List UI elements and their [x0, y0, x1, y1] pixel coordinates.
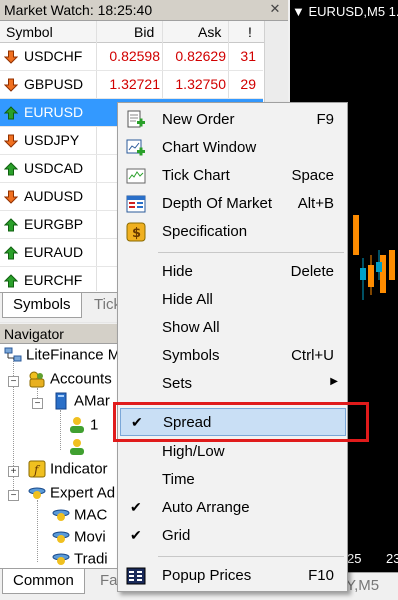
- tree-item-account-server[interactable]: AMar: [52, 392, 110, 414]
- market-watch-title: Market Watch: 18:25:40: [4, 2, 153, 18]
- expand-indicators-toggle[interactable]: +: [8, 466, 19, 477]
- menu-item-sets[interactable]: Sets ▶: [120, 370, 346, 398]
- tree-root-broker[interactable]: LiteFinance M: [4, 346, 120, 368]
- user-icon: [70, 439, 84, 456]
- collapse-accounts-toggle[interactable]: −: [8, 376, 19, 387]
- row-bid: 1.32721: [109, 76, 160, 92]
- checkmark-icon: ✔: [130, 499, 142, 515]
- row-symbol: AUDUSD: [24, 188, 84, 204]
- navigator-title: Navigator: [4, 326, 64, 342]
- network-icon: [4, 347, 22, 362]
- row-ask: 0.82629: [175, 48, 226, 64]
- menu-item-specification[interactable]: $ Specification: [120, 218, 346, 246]
- menu-item-grid[interactable]: ✔ Grid: [120, 522, 346, 550]
- menu-item-hide[interactable]: Hide Delete: [120, 258, 346, 286]
- expert-advisor-icon: [52, 553, 70, 566]
- menu-item-symbols[interactable]: Symbols Ctrl+U: [120, 342, 346, 370]
- expert-advisor-icon: [28, 487, 46, 500]
- arrow-up-icon: [4, 274, 18, 288]
- column-header-symbol[interactable]: Symbol: [6, 24, 53, 40]
- arrow-down-icon: [4, 190, 18, 204]
- row-symbol: USDCHF: [24, 48, 83, 64]
- popup-prices-icon: [126, 567, 146, 585]
- new-order-icon: [127, 110, 145, 128]
- menu-separator: [158, 252, 344, 253]
- menu-item-time[interactable]: Time: [120, 466, 346, 494]
- row-spread: 29: [240, 76, 256, 92]
- menu-item-hide-all[interactable]: Hide All: [120, 286, 346, 314]
- row-bid: 0.82598: [109, 48, 160, 64]
- row-symbol: USDCAD: [24, 160, 84, 176]
- menu-item-depth-of-market[interactable]: Depth Of Market Alt+B: [120, 190, 346, 218]
- server-icon: [55, 392, 67, 410]
- menu-item-show-all[interactable]: Show All: [120, 314, 346, 342]
- row-spread: 31: [240, 48, 256, 64]
- column-header-ask[interactable]: Ask: [198, 24, 221, 40]
- market-watch-header: Symbol Bid Ask !: [0, 21, 288, 43]
- tab-common[interactable]: Common: [2, 569, 85, 594]
- arrow-down-icon: [4, 50, 18, 64]
- submenu-arrow-icon: ▶: [330, 376, 338, 387]
- menu-separator: [158, 556, 344, 557]
- tree-item-ea-2[interactable]: Movi: [52, 528, 106, 550]
- column-header-bid[interactable]: Bid: [134, 24, 154, 40]
- arrow-up-icon: [4, 246, 18, 260]
- row-symbol: GBPUSD: [24, 76, 84, 92]
- svg-text:$: $: [132, 226, 141, 241]
- menu-item-chart-window[interactable]: Chart Window: [120, 134, 346, 162]
- collapse-expert-advisors-toggle[interactable]: −: [8, 490, 19, 501]
- row-symbol: EURAUD: [24, 244, 84, 260]
- accounts-icon: [29, 371, 45, 388]
- menu-item-popup-prices[interactable]: Popup Prices F10: [120, 562, 346, 590]
- market-watch-titlebar: Market Watch: 18:25:40 ✕: [0, 0, 288, 21]
- depth-of-market-icon: [126, 195, 146, 213]
- tab-symbols[interactable]: Symbols: [2, 293, 82, 318]
- close-icon[interactable]: ✕: [268, 1, 282, 17]
- annotation-highlight-box: [113, 402, 369, 442]
- arrow-down-icon: [4, 78, 18, 92]
- tree-item-indicators[interactable]: f Indicator: [28, 460, 108, 482]
- tree-item-expert-advisors[interactable]: Expert Ad: [28, 484, 115, 506]
- arrow-up-icon: [4, 218, 18, 232]
- arrow-down-icon: [4, 134, 18, 148]
- menu-item-new-order[interactable]: New Order F9: [120, 106, 346, 134]
- row-symbol: EURCHF: [24, 272, 83, 288]
- expert-advisor-icon: [52, 531, 70, 544]
- user-icon: [70, 417, 84, 434]
- row-symbol: EURUSD: [24, 104, 84, 120]
- row-symbol: EURGBP: [24, 216, 84, 232]
- tree-item-ea-1[interactable]: MAC: [52, 506, 107, 528]
- arrow-up-icon: [4, 106, 18, 120]
- chart-axis-label-right: 23: [386, 551, 398, 566]
- menu-item-auto-arrange[interactable]: ✔ Auto Arrange: [120, 494, 346, 522]
- arrow-up-icon: [4, 162, 18, 176]
- indicators-icon: f: [28, 460, 46, 478]
- specification-icon: $: [126, 222, 146, 242]
- chart-tab[interactable]: Y,M5: [346, 577, 379, 594]
- market-watch-row[interactable]: GBPUSD 1.32721 1.32750 29: [0, 71, 263, 99]
- expert-advisor-icon: [52, 509, 70, 522]
- context-menu: New Order F9 Chart Window Tick Chart Spa…: [117, 102, 348, 592]
- row-symbol: USDJPY: [24, 132, 80, 148]
- tick-chart-icon: [126, 168, 146, 184]
- tree-item-account-2[interactable]: [68, 438, 90, 460]
- tree-item-accounts[interactable]: Accounts: [28, 370, 112, 392]
- tree-item-account-1[interactable]: 1: [68, 416, 98, 438]
- column-header-spread[interactable]: !: [248, 24, 252, 40]
- chart-axis-label-left: 25: [347, 551, 362, 566]
- checkmark-icon: ✔: [130, 527, 142, 543]
- chart-window-icon: [126, 139, 145, 156]
- menu-item-high-low[interactable]: High/Low: [120, 438, 346, 466]
- collapse-account-toggle[interactable]: −: [32, 398, 43, 409]
- menu-item-tick-chart[interactable]: Tick Chart Space: [120, 162, 346, 190]
- row-ask: 1.32750: [175, 76, 226, 92]
- market-watch-row[interactable]: USDCHF 0.82598 0.82629 31: [0, 43, 263, 71]
